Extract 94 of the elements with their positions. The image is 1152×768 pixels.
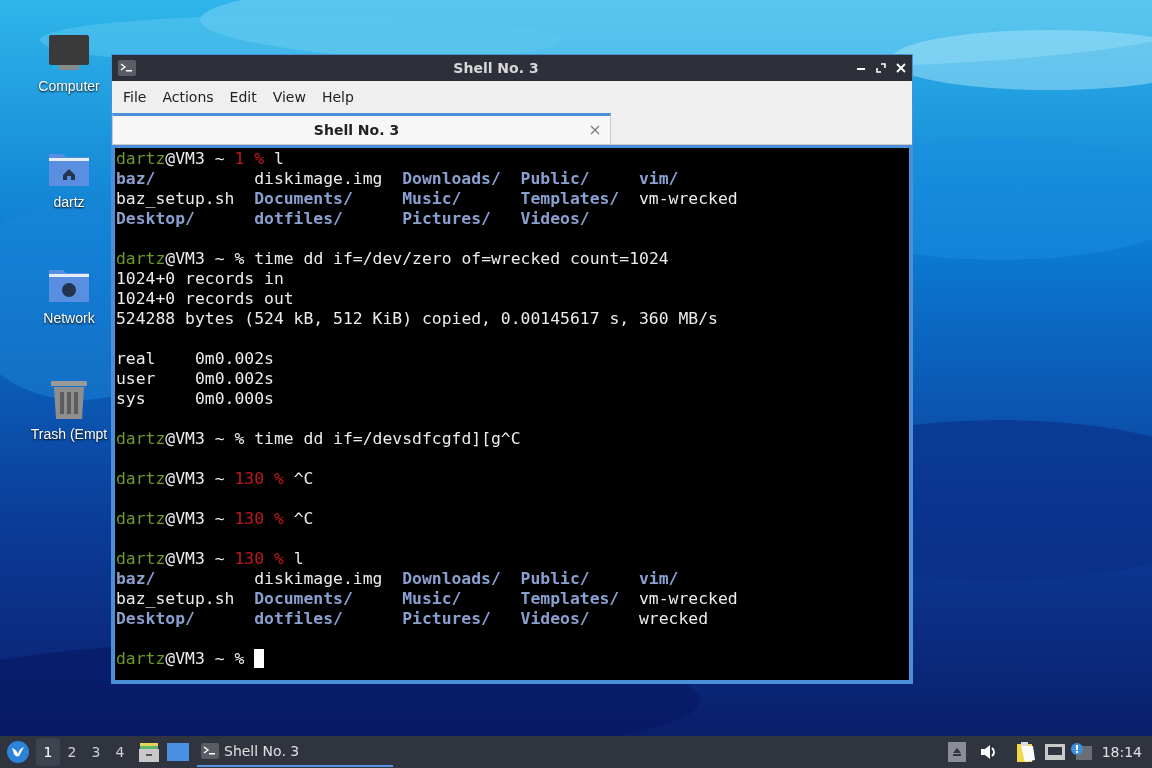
directory-name: vim/ (638, 169, 679, 188)
directory-name: Templates/ (520, 189, 620, 208)
output-line: user 0m0.002s (116, 369, 274, 389)
terminal-tab[interactable]: Shell No. 3 (112, 113, 611, 144)
command-text: ^C (293, 469, 314, 489)
window-title: Shell No. 3 (452, 58, 540, 78)
start-menu-icon[interactable] (6, 740, 30, 764)
prompt-host: @VM3 ~ (165, 429, 225, 449)
prompt-sign: % (273, 549, 284, 569)
directory-name: Music/ (402, 189, 462, 208)
command-text: time dd if=/dev/zero of=wrecked count=1024 (254, 249, 669, 269)
prompt-host: @VM3 ~ (165, 549, 225, 569)
directory-name: Documents/ (254, 189, 353, 208)
workspace-button[interactable]: 2 (60, 738, 84, 766)
file-cabinet-icon[interactable] (138, 741, 160, 763)
prompt-sign: % (273, 469, 284, 489)
directory-name: Downloads/ (402, 169, 501, 188)
prompt-sign: % (254, 149, 265, 169)
workspace-button[interactable]: 4 (108, 738, 132, 766)
exit-status: 130 (234, 509, 265, 529)
prompt-sign: % (234, 249, 245, 269)
terminal-icon (201, 743, 219, 759)
terminal-icon (118, 60, 136, 76)
file-name: wrecked (638, 609, 709, 628)
clipboard-icon[interactable] (1015, 741, 1036, 763)
prompt-host: @VM3 ~ (165, 509, 225, 529)
menu-item[interactable]: View (264, 86, 314, 108)
directory-name: Pictures/ (402, 209, 491, 228)
prompt-host: @VM3 ~ (165, 149, 225, 169)
output-line: 1024+0 records out (116, 289, 294, 309)
monitor-icon[interactable] (47, 34, 91, 72)
directory-name: baz/ (116, 169, 156, 188)
file-name: diskimage.img (254, 169, 383, 188)
exit-status: 130 (234, 549, 265, 569)
directory-name: Music/ (402, 589, 462, 608)
output-line: real 0m0.002s (116, 349, 274, 369)
prompt-host: @VM3 ~ (165, 249, 225, 269)
desktop-icon-label[interactable]: dartz (53, 192, 85, 213)
directory-name: dotfiles/ (254, 609, 343, 628)
volume-icon[interactable] (979, 743, 998, 761)
directory-name: Public/ (520, 569, 590, 588)
prompt-user: dartz (116, 469, 166, 489)
menu-item[interactable]: Edit (221, 86, 265, 108)
directory-name: dotfiles/ (254, 209, 343, 228)
output-line: 524288 bytes (524 kB, 512 KiB) copied, 0.00145617 s, 360 MB/s (116, 309, 718, 329)
prompt-user: dartz (116, 429, 166, 449)
directory-name: Videos/ (520, 609, 590, 628)
directory-name: Templates/ (520, 589, 620, 608)
file-name: vm-wrecked (638, 589, 738, 608)
directory-name: Desktop/ (116, 609, 195, 628)
desktop-icon-label[interactable]: Network (43, 308, 95, 329)
exit-status: 1 (234, 149, 245, 169)
eject-icon[interactable] (947, 742, 966, 762)
desktop-icon-label[interactable]: Trash (Empt (30, 424, 108, 445)
file-name: baz_setup.sh (116, 189, 235, 208)
command-text: time dd if=/devsdfcgfd][g^C (254, 429, 521, 449)
notification-icon[interactable] (1069, 742, 1092, 762)
directory-name: baz/ (116, 569, 156, 588)
command-text: ^C (293, 509, 314, 529)
output-line: sys 0m0.000s (116, 389, 274, 409)
menu-item[interactable]: File (115, 86, 155, 108)
prompt-user: dartz (116, 149, 166, 169)
prompt-sign: % (234, 649, 245, 669)
directory-name: Pictures/ (402, 609, 491, 628)
file-name: vm-wrecked (638, 189, 738, 208)
file-name: baz_setup.sh (116, 589, 235, 608)
workspace-button[interactable]: 1 (36, 738, 60, 766)
directory-name: Documents/ (254, 589, 353, 608)
maximize-icon[interactable] (876, 63, 886, 73)
menu-item[interactable]: Help (313, 86, 362, 108)
command-text: l (293, 549, 304, 569)
clock[interactable]: 18:14 (1101, 741, 1142, 763)
prompt-user: dartz (116, 249, 166, 269)
prompt-sign: % (273, 509, 284, 529)
prompt-host: @VM3 ~ (165, 649, 225, 669)
prompt-user: dartz (116, 649, 166, 669)
prompt-sign: % (234, 429, 245, 449)
menu-item[interactable]: Actions (154, 86, 222, 108)
prompt-host: @VM3 ~ (165, 469, 225, 489)
prompt-user: dartz (116, 509, 166, 529)
taskbar-task[interactable]: Shell No. 3 (197, 737, 393, 767)
directory-name: vim/ (638, 569, 679, 588)
command-text: l (273, 149, 284, 169)
output-line: 1024+0 records in (116, 269, 284, 289)
exit-status: 130 (234, 469, 265, 489)
file-name: diskimage.img (254, 569, 383, 588)
directory-name: Public/ (520, 169, 590, 188)
directory-name: Downloads/ (402, 569, 501, 588)
workspace-button[interactable]: 3 (84, 738, 108, 766)
directory-name: Desktop/ (116, 209, 195, 228)
network-icon[interactable] (1043, 743, 1066, 761)
trash-icon[interactable] (49, 378, 89, 420)
prompt-user: dartz (116, 549, 166, 569)
directory-name: Videos/ (520, 209, 590, 228)
